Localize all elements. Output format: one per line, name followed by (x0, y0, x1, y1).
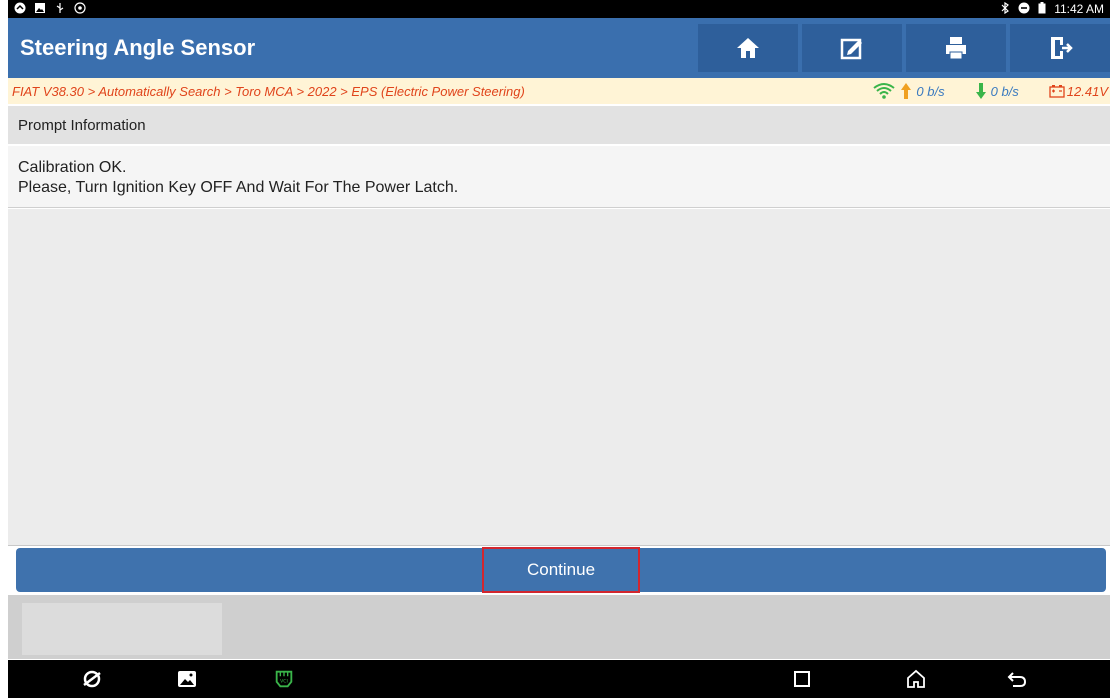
svg-text:VCI: VCI (280, 679, 288, 685)
edit-button[interactable] (802, 24, 902, 72)
download-status: 0 b/s (975, 82, 1019, 100)
prompt-line-1: Calibration OK. (18, 159, 127, 176)
bottom-panel (8, 595, 1110, 659)
status-time: 11:42 AM (1054, 2, 1104, 16)
prompt-section-title: Prompt Information (8, 106, 1110, 144)
blank-panel (22, 603, 222, 655)
home-icon (737, 38, 759, 58)
upload-arrow-icon (901, 83, 912, 99)
bluetooth-icon (1000, 1, 1010, 17)
print-icon (946, 37, 966, 60)
breadcrumb-bar: FIAT V38.30 > Automatically Search > Tor… (8, 78, 1110, 104)
download-arrow-icon (975, 83, 986, 99)
settings-circle-icon (74, 1, 86, 17)
back-icon[interactable] (1006, 668, 1028, 690)
home-nav-icon[interactable] (905, 668, 927, 690)
wifi-icon (873, 83, 896, 99)
header-buttons (698, 24, 1110, 72)
prompt-message: Calibration OK. Please, Turn Ignition Ke… (8, 146, 1110, 208)
vci-icon[interactable]: VCI (273, 668, 295, 690)
exit-button[interactable] (1010, 24, 1110, 72)
continue-bar[interactable]: Continue (16, 547, 1106, 593)
browser-icon[interactable] (81, 668, 103, 690)
print-button[interactable] (906, 24, 1006, 72)
voltage-value: 12.41V (1066, 83, 1108, 99)
breadcrumb: FIAT V38.30 > Automatically Search > Tor… (12, 83, 525, 99)
dnd-icon (1018, 2, 1030, 17)
nav-bar: VCI (8, 660, 1110, 698)
gallery-nav-icon[interactable] (176, 668, 198, 690)
app-header: Steering Angle Sensor (8, 18, 1110, 78)
upload-rate: 0 b/s (916, 83, 945, 99)
gallery-icon (34, 2, 46, 17)
exit-icon (1051, 37, 1073, 59)
recent-apps-icon[interactable] (791, 668, 813, 690)
page-title: Steering Angle Sensor (20, 35, 256, 60)
battery-icon (1038, 1, 1046, 17)
home-button[interactable] (698, 24, 798, 72)
download-rate: 0 b/s (990, 83, 1019, 99)
app-circle-icon (14, 2, 26, 17)
status-left-icons (8, 1, 92, 17)
car-battery-icon (1049, 85, 1065, 98)
content-area (8, 209, 1110, 546)
battery-voltage: 12.41V (1049, 84, 1110, 99)
usb-icon (54, 2, 66, 17)
prompt-line-2: Please, Turn Ignition Key OFF And Wait F… (18, 179, 459, 196)
upload-status: 0 b/s (872, 82, 945, 100)
status-right-icons: 11:42 AM (994, 1, 1110, 17)
edit-icon (840, 38, 862, 60)
status-bar: 11:42 AM (8, 0, 1110, 18)
continue-button[interactable]: Continue (482, 547, 640, 593)
